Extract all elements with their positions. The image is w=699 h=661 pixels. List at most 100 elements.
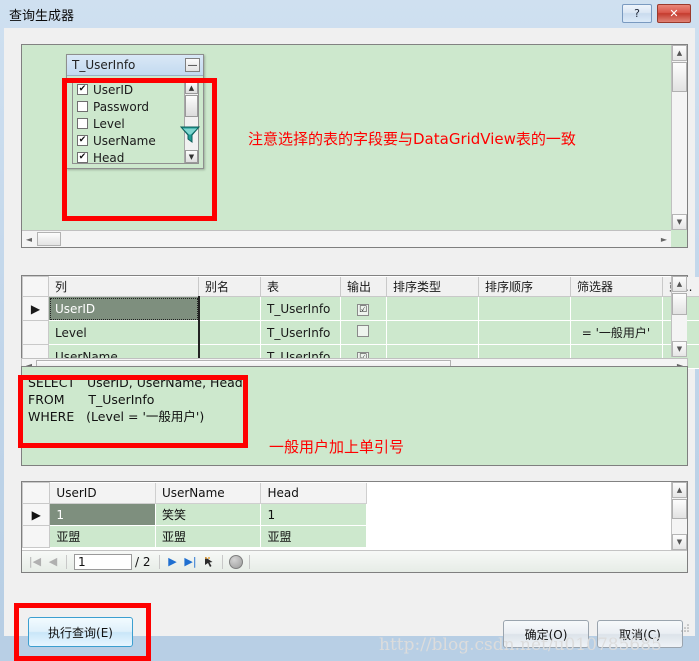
cell-username[interactable]: 笑笑	[155, 504, 261, 526]
cell-userid[interactable]: 亚盟	[50, 526, 156, 548]
output-checkbox[interactable]	[357, 325, 369, 337]
field-checkbox[interactable]	[77, 118, 88, 129]
nav-prev-button[interactable]: ◀	[44, 553, 62, 571]
scroll-right-icon[interactable]: ►	[657, 231, 671, 247]
field-label: UserName	[93, 134, 156, 148]
column-header-sort-order[interactable]: 排序顺序	[479, 277, 571, 297]
cell-table[interactable]: T_UserInfo	[261, 297, 341, 321]
criteria-grid-scrollbar[interactable]: ▲ ▼	[671, 276, 687, 357]
scroll-up-icon[interactable]: ▲	[672, 482, 687, 498]
scroll-down-icon[interactable]: ▼	[185, 150, 198, 163]
cell-output[interactable]	[341, 321, 387, 345]
results-vertical-scrollbar[interactable]: ▲ ▼	[671, 482, 687, 550]
watermark-text: http://blog.csdn.net/u010785685	[379, 635, 662, 655]
scroll-up-icon[interactable]: ▲	[185, 81, 198, 94]
scrollbar-thumb[interactable]	[185, 95, 198, 117]
column-header-alias[interactable]: 别名	[199, 277, 261, 297]
table-row[interactable]: ▶ 1 笑笑 1	[23, 504, 367, 526]
stop-icon[interactable]	[227, 553, 245, 571]
field-checkbox[interactable]: ✔	[77, 152, 88, 163]
cell-sort-type[interactable]	[387, 321, 479, 345]
criteria-grid-pane[interactable]: 列 别名 表 输出 排序类型 排序顺序 筛选器 或... ▶ UserID T_…	[21, 275, 688, 358]
row-selector[interactable]	[23, 321, 49, 345]
field-label: Head	[93, 151, 124, 165]
dialog-client-area: T_UserInfo — ✔ UserID Password Level	[4, 28, 695, 636]
nav-next-button[interactable]: ▶	[164, 553, 182, 571]
title-bar: 查询生成器 ? ✕	[0, 0, 699, 28]
column-header-username[interactable]: UserName	[155, 483, 261, 504]
criteria-grid-header: 列 别名 表 输出 排序类型 排序顺序 筛选器 或...	[23, 277, 699, 297]
diagram-vertical-scrollbar[interactable]: ▲ ▼	[671, 45, 687, 230]
table-minimize-button[interactable]: —	[185, 58, 200, 72]
field-checkbox[interactable]: ✔	[77, 84, 88, 95]
table-field-list[interactable]: ✔ UserID Password Level ✔ UserName	[72, 80, 199, 164]
row-selector[interactable]: ▶	[23, 504, 50, 526]
scrollbar-thumb[interactable]	[672, 499, 687, 519]
column-header-filter[interactable]: 筛选器	[571, 277, 663, 297]
field-row[interactable]: ✔ UserID	[73, 81, 198, 98]
scroll-down-icon[interactable]: ▼	[672, 214, 687, 230]
scroll-down-icon[interactable]: ▼	[672, 341, 687, 357]
row-selector[interactable]: ▶	[23, 297, 49, 321]
scroll-up-icon[interactable]: ▲	[672, 276, 687, 292]
field-row[interactable]: ✔ Head	[73, 149, 198, 164]
cell-column[interactable]: Level	[49, 321, 199, 345]
funnel-icon	[179, 124, 201, 144]
scroll-down-icon[interactable]: ▼	[672, 534, 687, 550]
nav-last-button[interactable]: ▶|	[182, 553, 200, 571]
cell-filter[interactable]: = '一般用户'	[571, 321, 663, 345]
cell-alias[interactable]	[199, 321, 261, 345]
help-button[interactable]: ?	[622, 4, 652, 23]
scroll-left-icon[interactable]: ◄	[22, 231, 36, 247]
sql-text[interactable]: SELECT UserID, UserName, Head FROM T_Use…	[28, 374, 243, 425]
field-row[interactable]: Password	[73, 98, 198, 115]
new-record-icon[interactable]	[200, 553, 218, 571]
cell-sort-order[interactable]	[479, 297, 571, 321]
nav-page-input[interactable]: 1	[74, 554, 132, 570]
cell-table[interactable]: T_UserInfo	[261, 321, 341, 345]
cell-sort-order[interactable]	[479, 321, 571, 345]
field-list-scrollbar[interactable]: ▲ ▼	[184, 81, 198, 163]
scrollbar-thumb[interactable]	[672, 62, 687, 92]
column-header-sort-type[interactable]: 排序类型	[387, 277, 479, 297]
cell-column[interactable]: UserID	[49, 297, 199, 321]
table-row[interactable]: Level T_UserInfo = '一般用户'	[23, 321, 699, 345]
column-header-table[interactable]: 表	[261, 277, 341, 297]
row-header-corner	[23, 277, 49, 297]
cell-username[interactable]: 亚盟	[155, 526, 261, 548]
cell-filter[interactable]	[571, 297, 663, 321]
cell-userid[interactable]: 1	[50, 504, 156, 526]
execute-query-button[interactable]: 执行查询(E)	[28, 617, 133, 647]
field-checkbox[interactable]: ✔	[77, 135, 88, 146]
column-header-head[interactable]: Head	[261, 483, 367, 504]
table-row[interactable]: 亚盟 亚盟 亚盟	[23, 526, 367, 548]
results-pane[interactable]: UserID UserName Head ▶ 1 笑笑 1 亚盟 亚盟 亚盟	[21, 481, 688, 573]
cell-sort-type[interactable]	[387, 297, 479, 321]
output-checkbox[interactable]: ☑	[357, 304, 369, 316]
cell-output[interactable]: ☑	[341, 297, 387, 321]
column-header-userid[interactable]: UserID	[50, 483, 156, 504]
field-label: Level	[93, 117, 125, 131]
row-selector[interactable]	[23, 526, 50, 548]
field-checkbox[interactable]	[77, 101, 88, 112]
nav-separator	[66, 555, 67, 569]
criteria-grid[interactable]: 列 别名 表 输出 排序类型 排序顺序 筛选器 或... ▶ UserID T_…	[22, 276, 699, 369]
nav-first-button[interactable]: |◀	[26, 553, 44, 571]
cell-head[interactable]: 1	[261, 504, 367, 526]
scrollbar-thumb[interactable]	[672, 293, 687, 315]
cell-head[interactable]: 亚盟	[261, 526, 367, 548]
resize-grip-icon[interactable]	[680, 623, 690, 633]
column-header-column[interactable]: 列	[49, 277, 199, 297]
scrollbar-thumb[interactable]	[37, 232, 61, 246]
table-node-t-userinfo[interactable]: T_UserInfo — ✔ UserID Password Level	[66, 54, 204, 169]
diagram-horizontal-scrollbar[interactable]: ◄ ►	[22, 230, 671, 247]
close-button[interactable]: ✕	[657, 4, 691, 23]
annotation-fields: 注意选择的表的字段要与DataGridView表的一致	[248, 128, 668, 150]
results-navigator[interactable]: |◀ ◀ 1 / 2 ▶ ▶|	[22, 550, 687, 572]
column-header-output[interactable]: 输出	[341, 277, 387, 297]
scroll-up-icon[interactable]: ▲	[672, 45, 687, 61]
table-row[interactable]: ▶ UserID T_UserInfo ☑	[23, 297, 699, 321]
cell-alias[interactable]	[199, 297, 261, 321]
nav-separator	[159, 555, 160, 569]
results-grid[interactable]: UserID UserName Head ▶ 1 笑笑 1 亚盟 亚盟 亚盟	[22, 482, 367, 548]
